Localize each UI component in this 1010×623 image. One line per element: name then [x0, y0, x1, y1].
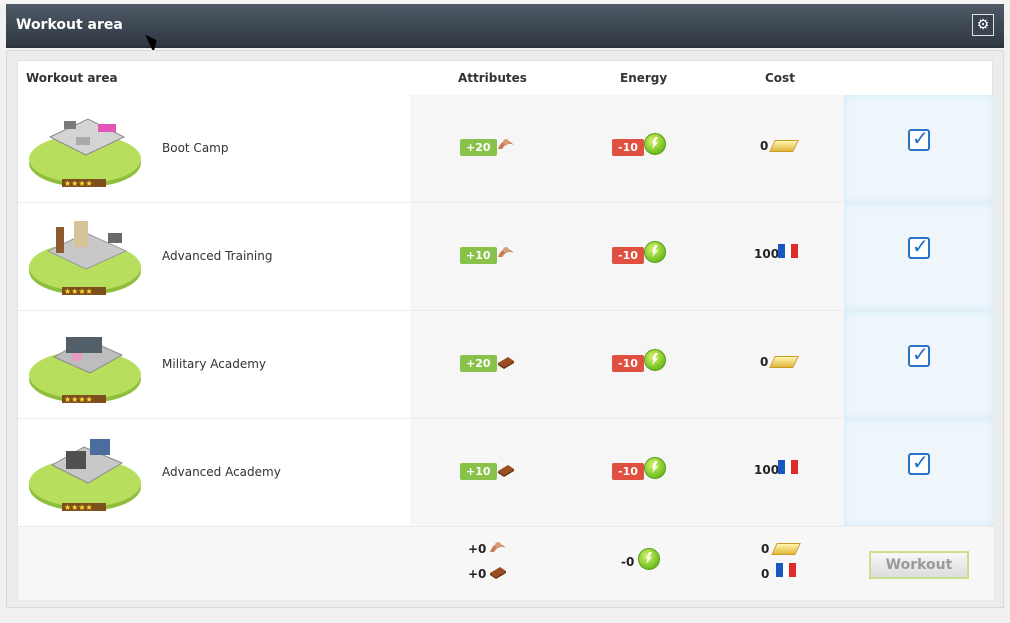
military-academy-checkbox[interactable] — [908, 342, 930, 367]
workout-area-cell: ★★★★ Boot Camp — [18, 95, 410, 202]
workout-button[interactable]: Workout — [869, 551, 969, 579]
select-cell — [844, 311, 994, 418]
cost-value: 0 — [760, 139, 769, 153]
energy-icon — [644, 457, 666, 479]
table-row: ★★★★ Military Academy +20 -10 0 — [18, 311, 994, 419]
row-values: +20 -10 0 — [410, 311, 844, 418]
column-header-attributes: Attributes — [458, 71, 527, 85]
workout-panel: Workout area Attributes Energy Cost ★★★★… — [6, 50, 1004, 608]
book-icon — [496, 353, 516, 371]
page-title: Workout area — [16, 17, 123, 33]
book-icon — [488, 563, 508, 581]
workout-name: Boot Camp — [162, 141, 229, 155]
energy-badge: -10 — [612, 355, 644, 372]
table-row: ★★★★ Advanced Training +10 -10 100 — [18, 203, 994, 311]
energy-icon — [644, 241, 666, 263]
svg-text:★★★★: ★★★★ — [64, 503, 93, 512]
summary-strength: +0 — [468, 542, 487, 556]
gear-icon: ⚙ — [976, 17, 990, 33]
advanced-academy-building-image: ★★★★ — [29, 439, 141, 512]
table-row: ★★★★ Advanced Academy +10 -10 100 — [18, 419, 994, 527]
energy-badge: -10 — [612, 463, 644, 480]
workout-name: Military Academy — [162, 357, 267, 371]
strength-arm-icon — [488, 538, 508, 556]
gold-icon — [769, 356, 799, 368]
france-flag-icon — [776, 563, 797, 577]
attribute-badge: +20 — [460, 139, 497, 156]
table-row: ★★★★ Boot Camp +20 -10 0 — [18, 95, 994, 203]
column-header-cost: Cost — [765, 71, 795, 85]
svg-text:★★★★: ★★★★ — [64, 287, 93, 296]
workout-name: Advanced Training — [162, 249, 273, 263]
cost-value: 100 — [754, 247, 780, 261]
strength-arm-icon — [496, 243, 516, 261]
select-cell — [844, 95, 994, 202]
summary-gold: 0 — [761, 542, 770, 556]
summary-energy: -0 — [621, 555, 635, 569]
advanced-academy-checkbox[interactable] — [908, 450, 930, 475]
energy-icon — [638, 548, 660, 570]
svg-text:★★★★: ★★★★ — [64, 179, 93, 188]
attribute-badge: +10 — [460, 247, 497, 264]
row-values: +10 -10 100 — [410, 203, 844, 310]
workout-area-cell: ★★★★ Advanced Academy — [18, 419, 410, 526]
column-header-workout-area: Workout area — [26, 71, 118, 85]
energy-icon — [644, 133, 666, 155]
gold-icon — [769, 140, 799, 152]
energy-badge: -10 — [612, 247, 644, 264]
summary-knowledge: +0 — [468, 567, 487, 581]
strength-arm-icon — [496, 135, 516, 153]
military-academy-building-image: ★★★★ — [29, 337, 141, 404]
workout-name: Advanced Academy — [162, 465, 281, 479]
france-flag-icon — [778, 460, 799, 474]
svg-text:★★★★: ★★★★ — [64, 395, 93, 404]
france-flag-icon — [778, 244, 799, 258]
cost-value: 100 — [754, 463, 780, 477]
workout-area-cell: ★★★★ Advanced Training — [18, 203, 410, 310]
boot-camp-building-image: ★★★★ — [29, 118, 141, 188]
gold-icon — [771, 543, 801, 555]
workout-table: Workout area Attributes Energy Cost ★★★★… — [17, 60, 994, 600]
energy-icon — [644, 349, 666, 371]
table-header: Workout area Attributes Energy Cost — [18, 61, 994, 96]
attribute-badge: +20 — [460, 355, 497, 372]
boot-camp-checkbox[interactable] — [908, 126, 930, 151]
select-cell — [844, 203, 994, 310]
attribute-badge: +10 — [460, 463, 497, 480]
select-cell — [844, 419, 994, 526]
settings-button[interactable]: ⚙ — [972, 14, 994, 36]
summary-currency: 0 — [761, 567, 770, 581]
column-header-energy: Energy — [620, 71, 668, 85]
energy-badge: -10 — [612, 139, 644, 156]
summary-row: +0 +0 -0 0 0 Workout — [18, 527, 994, 600]
book-icon — [496, 461, 516, 479]
workout-area-cell: ★★★★ Military Academy — [18, 311, 410, 418]
row-values: +20 -10 0 — [410, 95, 844, 202]
row-values: +10 -10 100 — [410, 419, 844, 526]
cost-value: 0 — [760, 355, 769, 369]
advanced-training-checkbox[interactable] — [908, 234, 930, 259]
advanced-training-building-image: ★★★★ — [29, 221, 141, 296]
